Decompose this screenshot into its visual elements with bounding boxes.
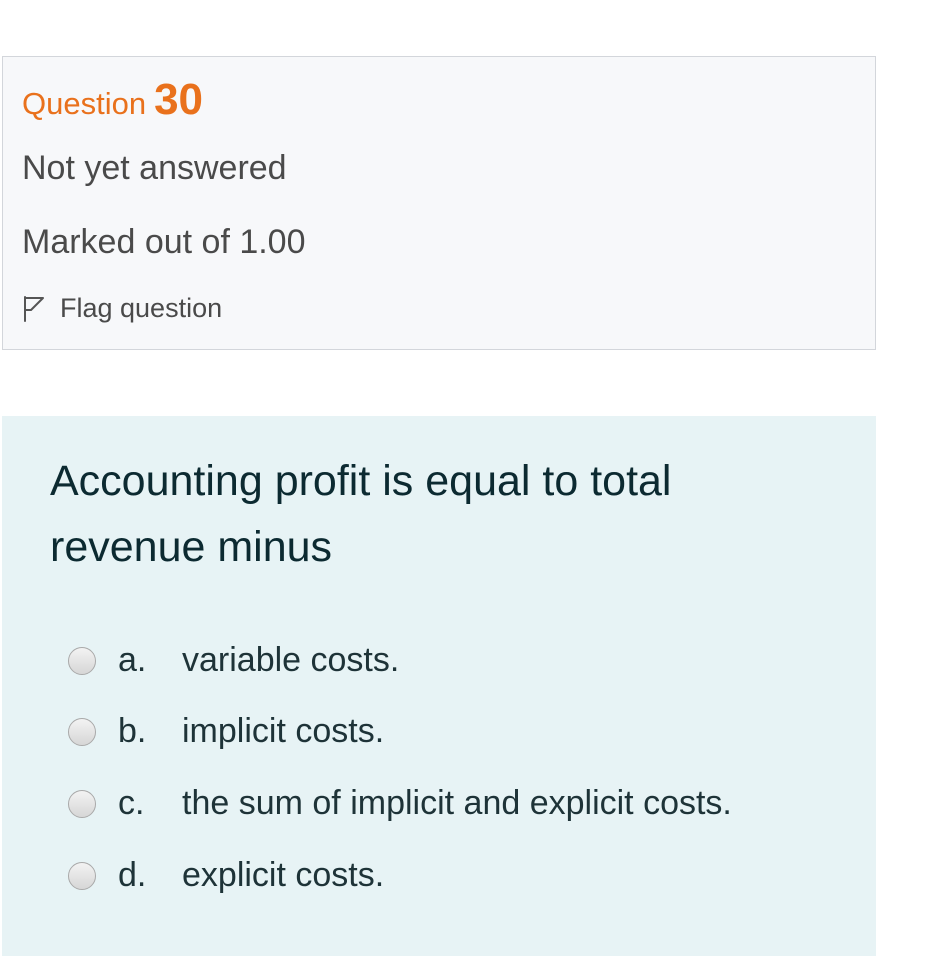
answer-text: implicit costs. <box>182 712 385 750</box>
question-info-panel: Question 30 Not yet answered Marked out o… <box>2 56 876 350</box>
answer-letter: a. <box>118 641 147 679</box>
question-content-panel: Accounting profit is equal to total reve… <box>2 416 876 956</box>
question-label: Question <box>22 86 147 121</box>
question-text: Accounting profit is equal to total reve… <box>50 457 672 571</box>
answer-radio-d[interactable] <box>68 861 96 890</box>
answer-option-b[interactable]: b. implicit costs. <box>68 712 384 751</box>
answer-letter: c. <box>118 784 145 822</box>
answer-text: explicit costs. <box>182 856 385 894</box>
answer-option-a[interactable]: a. variable costs. <box>68 641 399 680</box>
question-heading: Question 30 <box>22 75 203 125</box>
answer-letter: d. <box>118 856 147 894</box>
flag-question-link[interactable]: Flag question <box>22 293 222 324</box>
answer-radio-c[interactable] <box>68 789 96 818</box>
answer-radio-b[interactable] <box>68 717 96 746</box>
answer-text: variable costs. <box>182 641 400 679</box>
question-number: 30 <box>154 75 204 124</box>
question-grade: Marked out of 1.00 <box>22 223 306 261</box>
answer-option-d[interactable]: d. explicit costs. <box>68 856 384 895</box>
question-state: Not yet answered <box>22 149 287 187</box>
answer-text: the sum of implicit and explicit costs. <box>182 784 732 822</box>
answer-letter: b. <box>118 712 147 750</box>
flag-outline-icon <box>22 295 46 323</box>
answer-radio-a[interactable] <box>68 646 96 675</box>
flag-question-label: Flag question <box>60 293 223 323</box>
answer-option-c[interactable]: c. the sum of implicit and explicit cost… <box>68 784 732 823</box>
